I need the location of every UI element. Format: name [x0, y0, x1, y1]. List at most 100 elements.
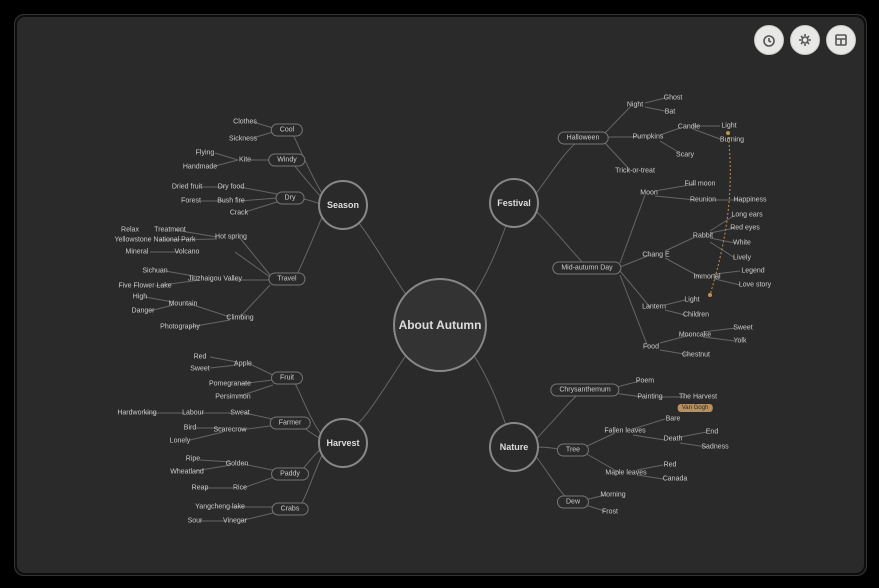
leaf[interactable]: Climbing — [226, 315, 253, 322]
leaf[interactable]: Relax — [121, 227, 139, 234]
leaf[interactable]: Food — [643, 344, 659, 351]
leaf[interactable]: Maple leaves — [605, 470, 646, 477]
theme-button[interactable] — [790, 25, 820, 55]
leaf[interactable]: Bare — [666, 416, 681, 423]
node-midautumn[interactable]: Mid-autumn Day — [552, 262, 621, 275]
leaf[interactable]: Reunion — [690, 197, 716, 204]
leaf[interactable]: Hot spring — [215, 234, 247, 241]
leaf[interactable]: Chestnut — [682, 352, 710, 359]
leaf[interactable]: Sweet — [733, 325, 752, 332]
leaf[interactable]: Yellowstone National Park — [114, 237, 195, 244]
leaf[interactable]: Poem — [636, 378, 654, 385]
leaf[interactable]: Photography — [160, 324, 200, 331]
timer-button[interactable] — [754, 25, 784, 55]
node-travel[interactable]: Travel — [268, 273, 305, 286]
leaf[interactable]: Scary — [676, 152, 694, 159]
leaf[interactable]: Lonely — [170, 438, 191, 445]
leaf[interactable]: Pomegranate — [209, 381, 251, 388]
leaf[interactable]: Happiness — [733, 197, 766, 204]
leaf[interactable]: Bird — [184, 425, 196, 432]
leaf[interactable]: Labour — [182, 410, 204, 417]
leaf[interactable]: Rice — [233, 485, 247, 492]
branch-festival[interactable]: Festival — [489, 178, 539, 228]
leaf[interactable]: Yolk — [734, 338, 747, 345]
leaf[interactable]: Flying — [196, 150, 215, 157]
center-node[interactable]: About Autumn — [393, 278, 487, 372]
leaf[interactable]: Trick-or-treat — [615, 168, 655, 175]
leaf[interactable]: Fallen leaves — [604, 428, 645, 435]
node-dry[interactable]: Dry — [276, 192, 305, 205]
leaf[interactable]: Lively — [733, 255, 751, 262]
leaf[interactable]: Red eyes — [730, 225, 760, 232]
leaf[interactable]: Clothes — [233, 119, 257, 126]
leaf[interactable]: Dried fruit — [172, 184, 202, 191]
leaf[interactable]: Sichuan — [142, 268, 167, 275]
leaf[interactable]: Burning — [720, 137, 744, 144]
leaf[interactable]: Pumpkins — [633, 134, 664, 141]
leaf[interactable]: Forest — [181, 198, 201, 205]
leaf[interactable]: Apple — [234, 361, 252, 368]
leaf[interactable]: Ghost — [664, 95, 683, 102]
leaf[interactable]: Frost — [602, 509, 618, 516]
leaf[interactable]: Yangcheng lake — [195, 504, 245, 511]
leaf[interactable]: Moon — [640, 190, 658, 197]
leaf[interactable]: Light — [721, 123, 736, 130]
leaf[interactable]: Sour — [188, 518, 203, 525]
leaf[interactable]: Long ears — [731, 212, 762, 219]
leaf[interactable]: Lantern — [642, 304, 666, 311]
leaf[interactable]: Reap — [192, 485, 209, 492]
leaf[interactable]: Hardworking — [117, 410, 156, 417]
leaf[interactable]: White — [733, 240, 751, 247]
leaf[interactable]: Morning — [600, 492, 625, 499]
leaf[interactable]: Scarecrow — [213, 427, 246, 434]
leaf[interactable]: Mountain — [169, 301, 198, 308]
node-farmer[interactable]: Farmer — [270, 417, 311, 430]
branch-nature[interactable]: Nature — [489, 422, 539, 472]
leaf[interactable]: Red — [194, 354, 207, 361]
leaf[interactable]: Love story — [739, 282, 771, 289]
leaf[interactable]: Canada — [663, 476, 688, 483]
mindmap-canvas[interactable]: About Autumn Season Harvest Festival Nat… — [15, 15, 866, 575]
branch-harvest[interactable]: Harvest — [318, 418, 368, 468]
leaf[interactable]: Ripe — [186, 456, 200, 463]
leaf[interactable]: Candle — [678, 124, 700, 131]
leaf[interactable]: Chang E — [642, 252, 669, 259]
node-fruit[interactable]: Fruit — [271, 372, 303, 385]
leaf[interactable]: Mineral — [126, 249, 149, 256]
leaf[interactable]: Wheatland — [170, 469, 203, 476]
leaf[interactable]: Bush fire — [217, 198, 245, 205]
node-chrysanthemum[interactable]: Chrysanthemum — [550, 384, 619, 397]
leaf[interactable]: Red — [664, 462, 677, 469]
leaf[interactable]: Bat — [665, 109, 676, 116]
leaf[interactable]: Full moon — [685, 181, 716, 188]
leaf[interactable]: Jiuzhaigou Valley — [188, 276, 242, 283]
node-cool[interactable]: Cool — [271, 124, 303, 137]
node-halloween[interactable]: Halloween — [558, 132, 609, 145]
leaf[interactable]: Five Flower Lake — [118, 283, 171, 290]
node-dew[interactable]: Dew — [557, 496, 589, 509]
leaf[interactable]: High — [133, 294, 147, 301]
leaf[interactable]: Death — [664, 436, 683, 443]
leaf[interactable]: Light — [684, 297, 699, 304]
node-crabs[interactable]: Crabs — [272, 503, 309, 516]
leaf[interactable]: Dry food — [218, 184, 244, 191]
leaf[interactable]: Immortal — [693, 274, 720, 281]
leaf[interactable]: Treatment — [154, 227, 186, 234]
leaf[interactable]: Sickness — [229, 136, 257, 143]
leaf[interactable]: Sweet — [190, 366, 209, 373]
leaf[interactable]: The Harvest — [679, 394, 717, 401]
leaf[interactable]: Volcano — [175, 249, 200, 256]
leaf[interactable]: Mooncake — [679, 332, 711, 339]
badge-vangogh[interactable]: Van Gogh — [678, 404, 713, 412]
branch-season[interactable]: Season — [318, 180, 368, 230]
leaf[interactable]: Vinegar — [223, 518, 247, 525]
leaf[interactable]: Rabbit — [693, 233, 713, 240]
leaf[interactable]: Handmade — [183, 164, 217, 171]
leaf[interactable]: Danger — [132, 308, 155, 315]
node-tree[interactable]: Tree — [557, 444, 589, 457]
leaf[interactable]: Legend — [741, 268, 764, 275]
leaf[interactable]: Crack — [230, 210, 248, 217]
leaf[interactable]: Painting — [637, 394, 662, 401]
node-paddy[interactable]: Paddy — [271, 468, 309, 481]
leaf[interactable]: Kite — [239, 157, 251, 164]
